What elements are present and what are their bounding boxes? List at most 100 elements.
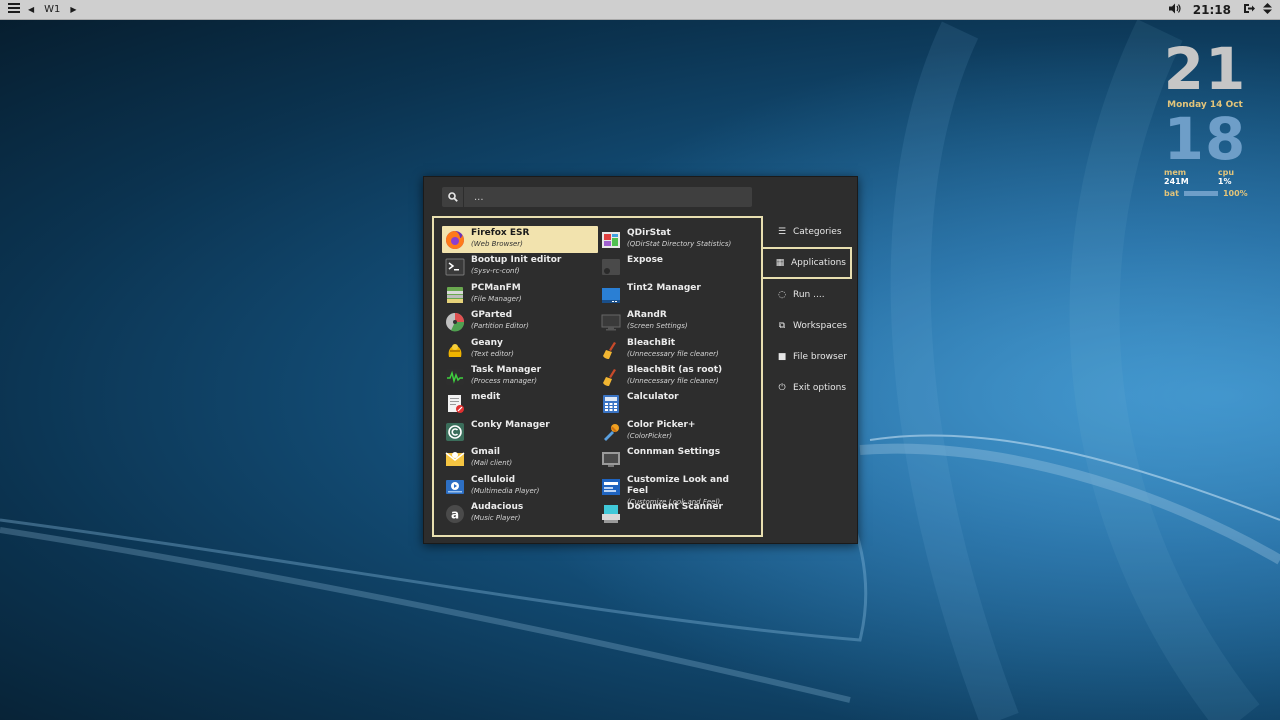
app-item[interactable]: a Audacious (Music Player) [442,500,598,527]
geany-icon [445,340,465,360]
app-name: Color Picker+ [627,419,696,430]
conky-stats: mem 241M cpu 1% [1160,168,1250,186]
app-item[interactable]: Calculator [598,390,754,417]
app-name: Connman Settings [627,447,721,458]
sidebar-item-categories[interactable]: ☰ Categories [763,216,859,247]
app-item[interactable]: Customize Look and Feel (Customize Look a… [598,473,754,506]
app-item[interactable]: Firefox ESR (Web Browser) [442,226,598,253]
conky-battery: bat 100% [1160,189,1250,198]
conky-widget: 21 Monday 14 Oct 18 mem 241M cpu 1% bat … [1160,40,1250,198]
cpu-value: 1% [1217,177,1232,186]
panel-clock[interactable]: 21:18 [1193,3,1231,17]
app-text: Task Manager (Process manager) [471,365,541,386]
logout-icon[interactable] [1243,3,1255,17]
app-item[interactable]: Connman Settings [598,445,754,472]
bat-label: bat [1164,189,1179,198]
app-item[interactable]: Task Manager (Process manager) [442,363,598,390]
battery-bar [1183,191,1218,196]
app-text: PCManFM (File Manager) [471,283,522,304]
app-item[interactable]: QDirStat (QDirStat Directory Statistics) [598,226,754,253]
sidebar-item-workspaces[interactable]: ⧉ Workspaces [763,310,859,341]
conky-minute: 18 [1163,105,1247,173]
app-item[interactable]: ARandR (Screen Settings) [598,308,754,335]
app-name: Conky Manager [471,419,550,430]
app-item[interactable]: PCManFM (File Manager) [442,281,598,308]
menu-icon[interactable] [8,3,20,16]
previous-workspace-icon[interactable]: ◀ [28,5,34,14]
sidebar-item-label: Workspaces [793,320,847,331]
search-icon[interactable] [442,187,464,207]
app-item[interactable]: Gmail (Mail client) [442,445,598,472]
sidebar-item-applications[interactable]: ▦ Applications [763,247,852,279]
panel-left: ◀ W1 ▶ [8,3,77,16]
app-description: (Process manager) [471,376,537,385]
menu-sidebar: ☰ Categories ▦ Applications ◌ Run .... ⧉ Worksp… [763,216,859,403]
app-item[interactable]: Geany (Text editor) [442,336,598,363]
panel-right: 21:18 [1168,2,1272,17]
app-menu: Firefox ESR (Web Browser) QDirStat (QDirSta… [423,176,858,544]
sidebar-item-exit-options[interactable]: ⏻ Exit options [763,372,859,403]
grid-icon: ▦ [775,258,785,268]
sidebar-item-run[interactable]: ◌ Run .... [763,279,859,310]
app-description: (Screen Settings) [627,322,688,331]
video-player-icon [445,477,465,497]
app-name: QDirStat [627,228,671,238]
app-description: (ColorPicker) [627,431,672,440]
app-name: Task Manager [471,364,542,375]
app-text: Audacious (Music Player) [471,502,523,523]
qdirstat-icon [601,230,621,250]
app-text: Bootup Init editor (Sysv-rc-conf) [471,255,561,276]
app-name: Tint2 Manager [627,282,701,293]
monitor-icon [601,312,621,332]
app-item[interactable]: Bootup Init editor (Sysv-rc-conf) [442,253,598,280]
gparted-icon [445,312,465,332]
app-name: Geany [471,337,503,348]
volume-icon[interactable] [1168,3,1181,17]
bat-value: 100% [1222,189,1248,198]
mem-label: mem [1164,168,1187,177]
app-item[interactable]: Expose [598,253,754,280]
workspace-label[interactable]: W1 [44,4,60,15]
app-text: ARandR (Screen Settings) [627,310,688,331]
app-name: Bootup Init editor [471,255,562,266]
broom-icon [601,367,621,387]
app-text: Tint2 Manager [627,283,701,294]
sidebar-item-file-browser[interactable]: ■ File browser [763,341,859,372]
app-item[interactable]: Tint2 Manager [598,281,754,308]
app-item[interactable]: medit [442,390,598,417]
app-name: GParted [471,310,513,321]
app-name: Customize Look and Feel [627,474,729,496]
app-text: Document Scanner [627,502,723,513]
panel-arrows-icon[interactable] [1263,2,1272,17]
search-input[interactable] [464,187,752,207]
app-text: Celluloid (Multimedia Player) [471,475,539,496]
app-description: (Music Player) [471,513,521,522]
app-text: Geany (Text editor) [471,338,514,359]
app-item[interactable]: Celluloid (Multimedia Player) [442,473,598,500]
search-bar [442,187,752,207]
app-text: Connman Settings [627,447,720,458]
app-item[interactable]: Conky Manager [442,418,598,445]
sidebar-item-label: Run .... [793,289,825,300]
app-item[interactable]: Document Scanner [598,500,754,527]
appearance-icon [601,477,621,497]
app-item[interactable]: Color Picker+ (ColorPicker) [598,418,754,445]
app-text: Firefox ESR (Web Browser) [471,228,529,249]
app-item[interactable]: BleachBit (Unnecessary file cleaner) [598,336,754,363]
mail-icon [445,449,465,469]
app-description: (Unnecessary file cleaner) [627,376,719,385]
app-description: (Web Browser) [471,240,523,248]
folder-icon: ■ [777,351,787,362]
app-item[interactable]: GParted (Partition Editor) [442,308,598,335]
app-name: PCManFM [471,282,521,293]
applications-panel: Firefox ESR (Web Browser) QDirStat (QDirSta… [432,216,763,537]
conky-icon [445,422,465,442]
app-text: BleachBit (as root) (Unnecessary file cle… [627,365,722,386]
app-name: ARandR [627,310,667,321]
top-panel: ◀ W1 ▶ 21:18 [0,0,1280,20]
spinner-icon: ◌ [778,289,786,300]
firefox-icon [445,230,465,250]
app-item[interactable]: BleachBit (as root) (Unnecessary file cle… [598,363,754,390]
medit-icon [445,394,465,414]
next-workspace-icon[interactable]: ▶ [70,5,76,14]
